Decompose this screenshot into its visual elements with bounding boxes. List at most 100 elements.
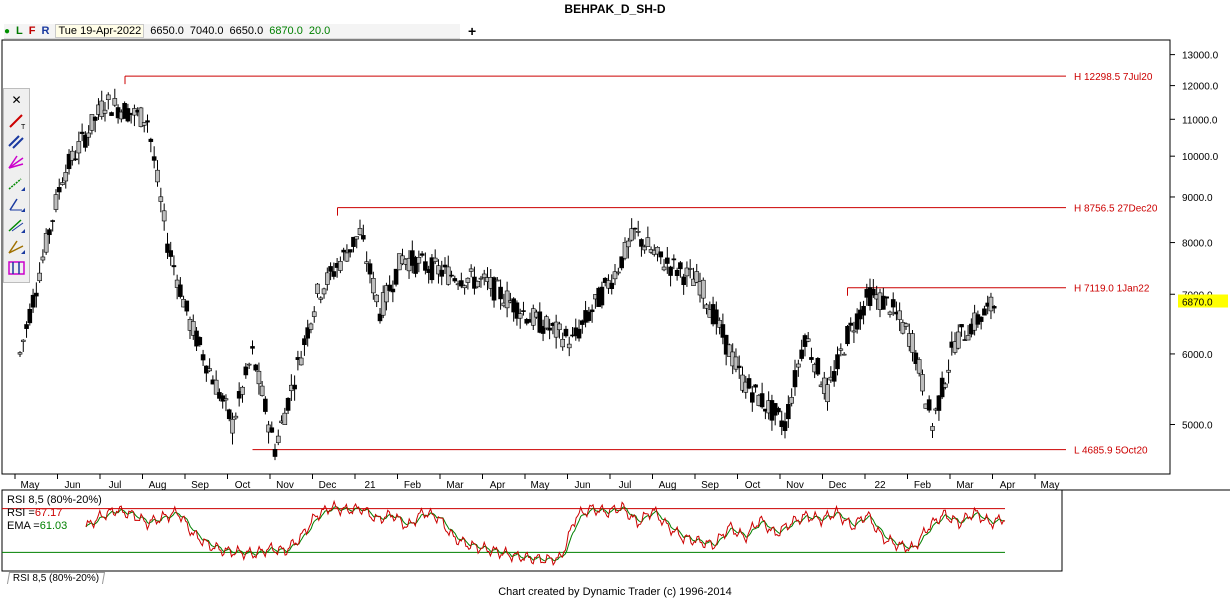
price-candle xyxy=(393,268,399,285)
price-candle xyxy=(776,408,781,413)
price-candle xyxy=(56,187,62,193)
price-candle xyxy=(17,352,23,355)
price-candle xyxy=(354,236,360,240)
price-candle xyxy=(60,182,65,185)
price-candle xyxy=(315,283,320,294)
price-chart[interactable]: H 12298.5 7Jul20 H 8756.5 27Dec20 H 7119.0… xyxy=(0,0,1230,601)
price-candle xyxy=(681,276,686,286)
price-candle xyxy=(416,257,422,264)
price-candle xyxy=(504,290,510,309)
y-tick-label: 13000.0 xyxy=(1182,51,1219,62)
price-candle xyxy=(73,158,78,161)
price-candle xyxy=(831,371,837,382)
price-candle xyxy=(250,346,255,349)
price-candle xyxy=(200,354,206,361)
price-candle xyxy=(884,296,889,299)
month-label: Sep xyxy=(191,480,209,491)
price-candle xyxy=(112,98,118,106)
price-candle xyxy=(589,309,595,313)
price-candle xyxy=(799,349,804,359)
price-candle xyxy=(390,288,396,293)
price-candle xyxy=(207,368,212,372)
price-candle xyxy=(700,279,706,299)
price-candle xyxy=(678,262,683,270)
price-candle xyxy=(328,266,333,272)
time-tool-icon[interactable] xyxy=(4,257,29,278)
price-candle xyxy=(439,269,445,277)
month-label: May xyxy=(1041,480,1060,491)
price-candle xyxy=(341,249,346,253)
price-candle xyxy=(694,271,700,283)
price-candle xyxy=(557,323,562,331)
month-label: Aug xyxy=(149,480,167,491)
fib-r-icon[interactable] xyxy=(4,194,29,215)
price-candle xyxy=(825,384,830,403)
price-candle xyxy=(920,374,925,392)
fib-b-icon[interactable] xyxy=(4,173,29,194)
y-tick-label: 6000.0 xyxy=(1182,350,1213,361)
price-candle xyxy=(815,358,821,375)
y-tick-label: 11000.0 xyxy=(1182,115,1218,126)
price-candle xyxy=(687,268,693,270)
price-candle xyxy=(20,339,26,342)
close-icon[interactable]: ✕ xyxy=(4,89,29,110)
price-candle xyxy=(298,357,304,366)
price-candle xyxy=(357,228,363,235)
price-candle xyxy=(704,304,709,309)
svg-text:T: T xyxy=(21,124,26,130)
price-candle xyxy=(419,253,425,256)
price-candle xyxy=(848,322,854,326)
price-candle xyxy=(361,235,366,240)
ema-label: EMA = xyxy=(7,520,40,532)
month-label: Sep xyxy=(701,480,719,491)
month-label: Mar xyxy=(956,480,974,491)
x-axis: May Jun Jul Aug Sep Oct Nov Dec 21 Feb Mar Apr May Ju… xyxy=(14,474,1060,491)
price-candle xyxy=(246,363,252,366)
price-candle xyxy=(547,327,552,331)
fib-r2-icon[interactable] xyxy=(4,215,29,236)
ema-value: 61.03 xyxy=(39,520,68,532)
price-candle xyxy=(347,249,353,253)
month-label: Jun xyxy=(574,480,590,491)
price-candle xyxy=(318,297,324,300)
rsi-tab-label: RSI 8,5 (80%-20%) xyxy=(12,573,100,584)
price-candle xyxy=(462,285,467,289)
price-candle xyxy=(789,397,794,404)
price-candle xyxy=(24,324,29,329)
price-candle xyxy=(40,256,46,261)
rsi-tab[interactable]: RSI 8,5 (80%-20%) xyxy=(6,572,106,584)
price-candle xyxy=(161,210,167,222)
y-tick-label: 10000.0 xyxy=(1182,152,1219,163)
price-candle xyxy=(34,292,39,297)
month-label: Oct xyxy=(745,480,761,491)
price-candle xyxy=(661,266,667,271)
fan-icon[interactable] xyxy=(4,152,29,173)
price-candle xyxy=(331,271,337,277)
gann-icon[interactable] xyxy=(4,236,29,257)
price-candle xyxy=(736,365,742,368)
price-candle xyxy=(517,313,523,319)
price-candle xyxy=(982,308,987,316)
y-tick-label: 5000.0 xyxy=(1182,421,1213,432)
price-candle xyxy=(835,354,840,370)
price-candle xyxy=(916,359,922,374)
rsi-value: 67.17 xyxy=(34,507,63,519)
price-candle xyxy=(668,266,673,276)
y-tick-label: 8000.0 xyxy=(1182,239,1213,250)
month-label: Apr xyxy=(1000,480,1016,491)
price-candle xyxy=(586,311,592,321)
price-candle xyxy=(809,357,814,360)
parallel-lines-icon[interactable] xyxy=(4,131,29,152)
trendline-icon[interactable]: T xyxy=(4,110,29,131)
price-candle xyxy=(897,310,902,320)
price-candle xyxy=(521,310,526,312)
price-candle xyxy=(861,305,866,316)
rsi-panel-label: RSI 8,5 (80%-20%) xyxy=(7,494,102,506)
price-candle xyxy=(498,286,503,300)
price-candle xyxy=(674,270,680,276)
price-candle xyxy=(478,277,484,280)
level-label: H 7119.0 1Jan22 xyxy=(1074,284,1150,295)
price-candle xyxy=(955,331,961,349)
price-candle xyxy=(805,338,811,342)
price-candle xyxy=(750,392,755,403)
